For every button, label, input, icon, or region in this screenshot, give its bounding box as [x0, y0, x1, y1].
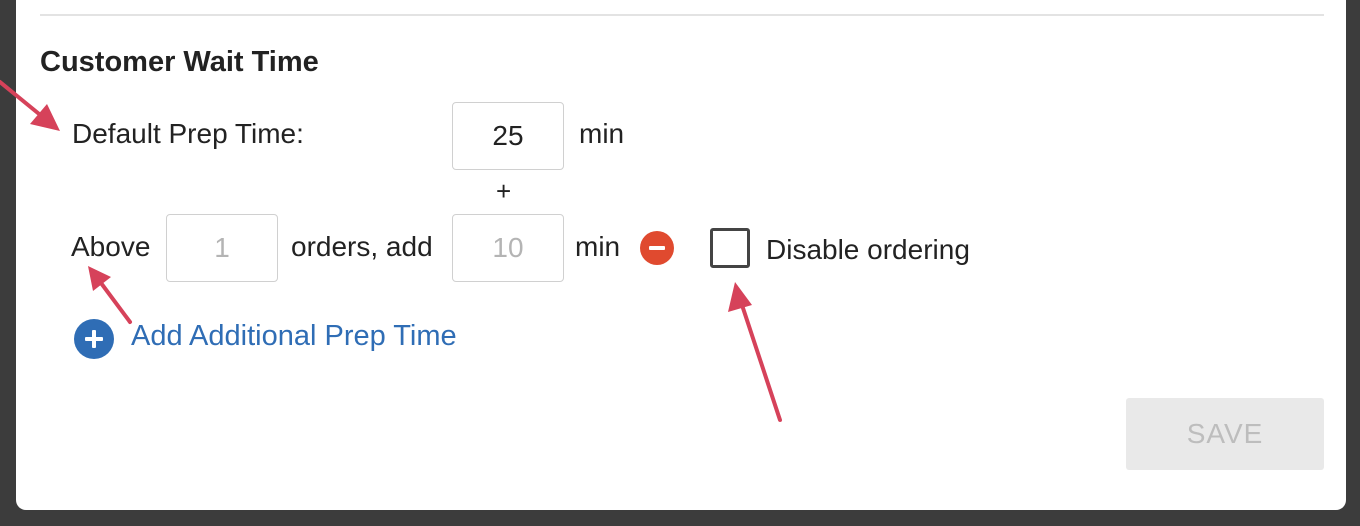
- section-title: Customer Wait Time: [40, 46, 319, 78]
- above-label: Above: [71, 231, 151, 262]
- orders-threshold-input[interactable]: [166, 214, 278, 282]
- orders-add-label: orders, add: [291, 231, 433, 262]
- default-prep-label: Default Prep Time:: [72, 118, 304, 149]
- section-divider: [40, 14, 1324, 16]
- remove-rule-minus-circle-icon[interactable]: [640, 231, 674, 265]
- extra-minutes-unit: min: [575, 231, 621, 262]
- add-prep-time-plus-circle-icon[interactable]: [74, 319, 114, 359]
- plus-sign: +: [496, 176, 512, 206]
- disable-ordering-label: Disable ordering: [766, 234, 970, 265]
- default-prep-unit: min: [579, 118, 625, 149]
- extra-minutes-input[interactable]: [452, 214, 564, 282]
- save-button[interactable]: SAVE: [1126, 398, 1324, 470]
- add-additional-prep-time-link[interactable]: Add Additional Prep Time: [131, 320, 457, 353]
- default-prep-input[interactable]: [452, 102, 564, 170]
- disable-ordering-checkbox[interactable]: [710, 228, 750, 268]
